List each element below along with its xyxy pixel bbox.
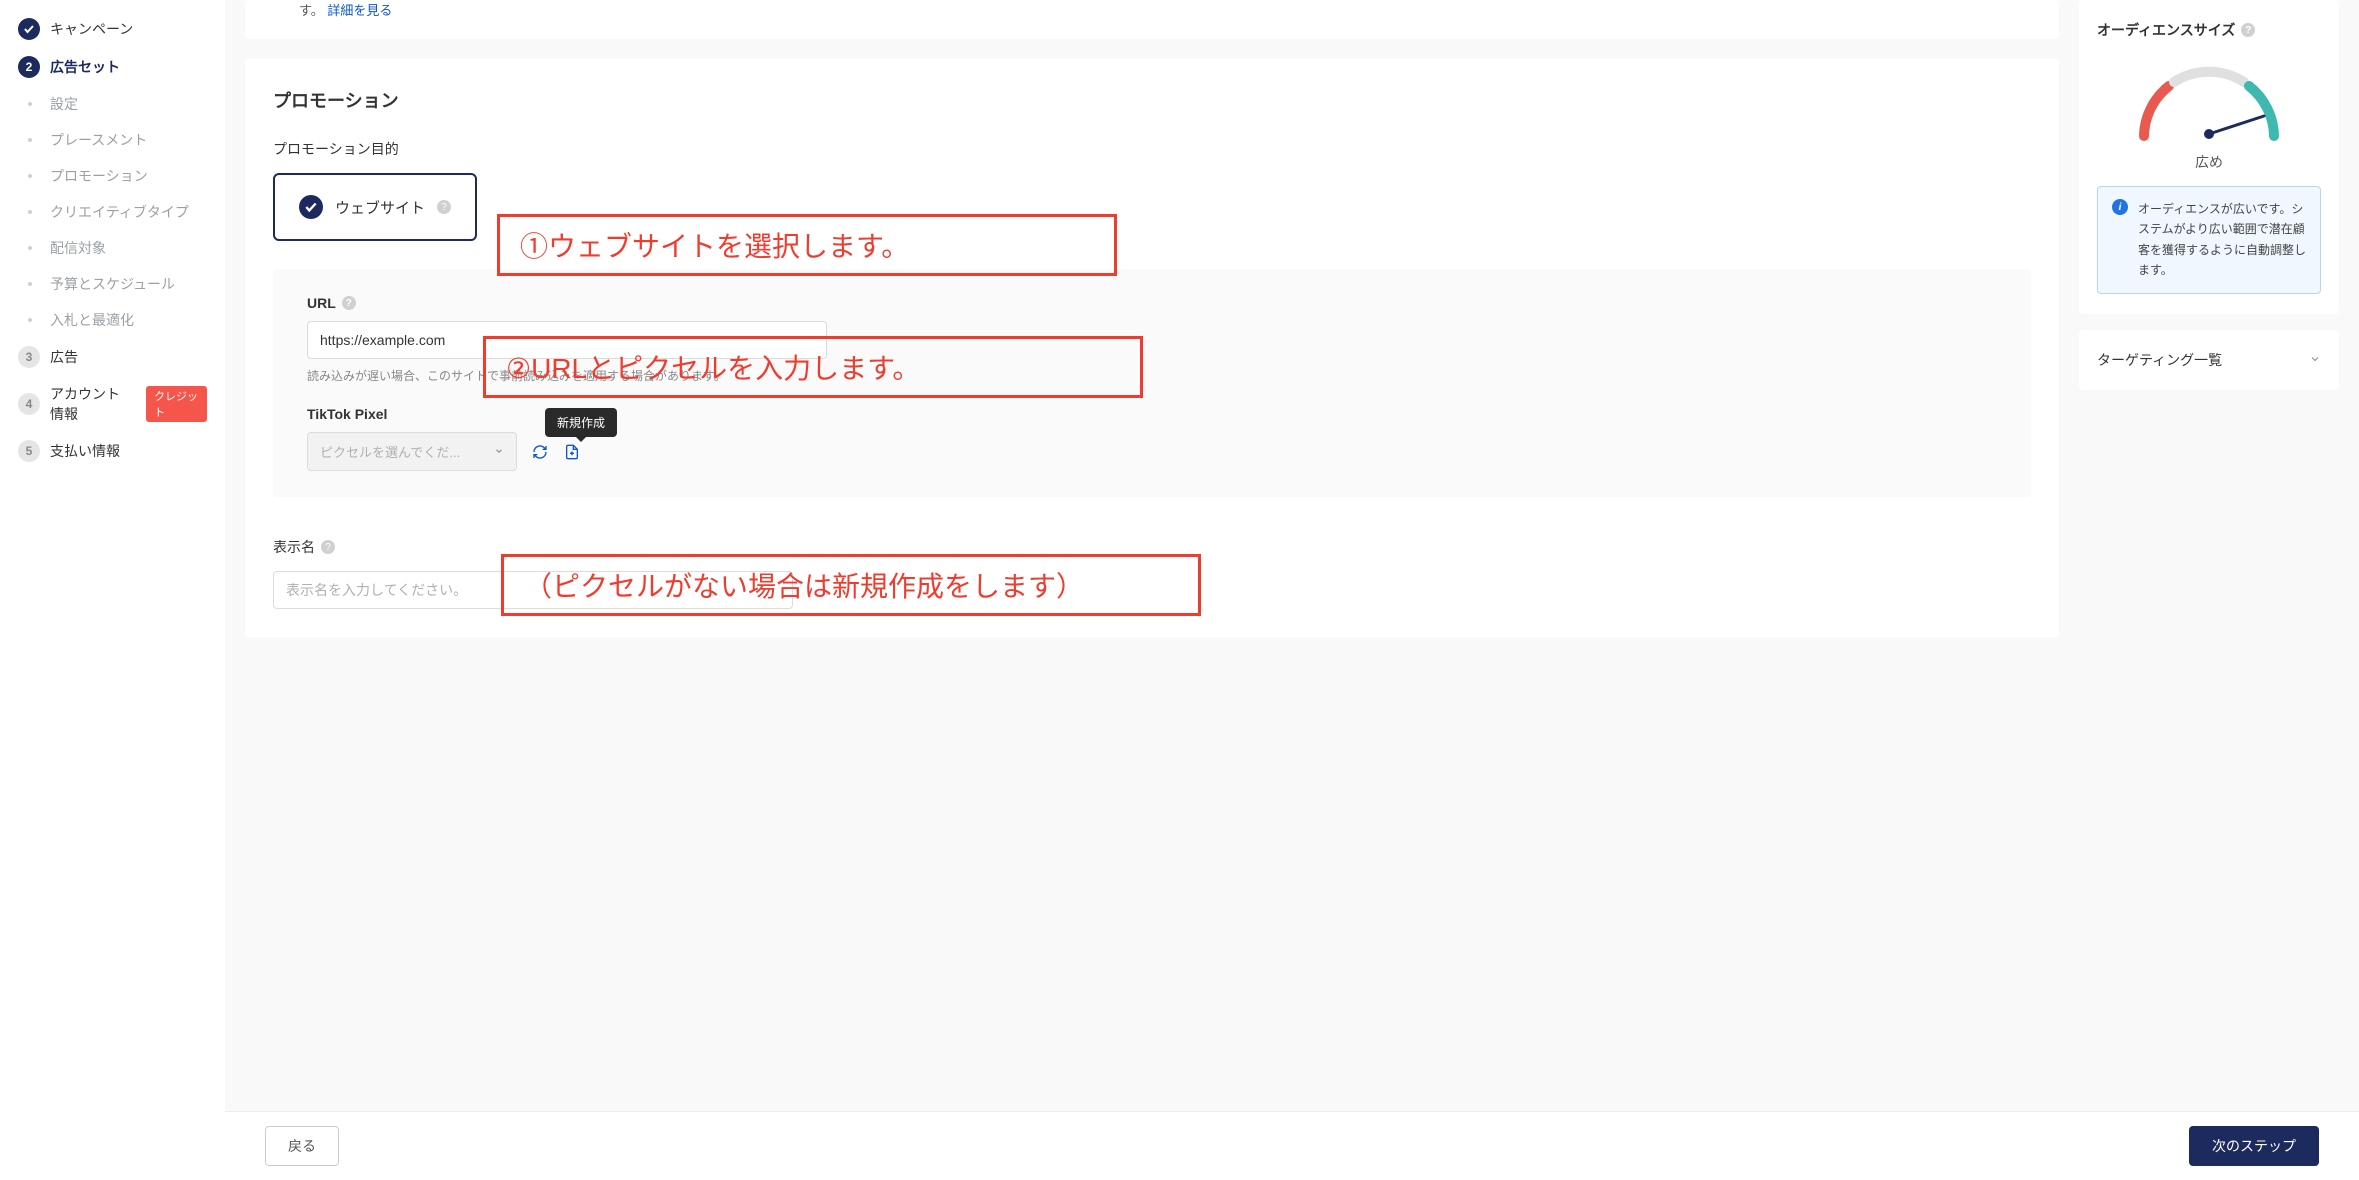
audience-info-box: i オーディエンスが広いです。システムがより広い範囲で潜在顧客を獲得するように自… (2097, 186, 2321, 294)
url-input[interactable] (307, 321, 827, 359)
step-ad[interactable]: 3 広告 (0, 338, 225, 376)
audience-size-card: オーディエンスサイズ ? 広め i オーディエンスが広いです。システムがよ (2079, 0, 2339, 314)
label-text: プロモーション目的 (273, 139, 399, 159)
step-number-icon: 4 (18, 393, 40, 415)
label-text: TikTok Pixel (307, 406, 387, 422)
substep-creative-type[interactable]: クリエイティブタイプ (0, 194, 225, 230)
step-campaign[interactable]: キャンペーン (0, 10, 225, 48)
help-icon[interactable]: ? (321, 540, 335, 554)
promotion-card: プロモーション プロモーション目的 ウェブサイト ? URL (245, 59, 2059, 637)
step-adset[interactable]: 2 広告セット (0, 48, 225, 86)
help-icon[interactable]: ? (437, 200, 451, 214)
tooltip-new: 新規作成 (545, 408, 617, 437)
step-label: アカウント情報 (50, 384, 130, 424)
gauge-label: 広め (2195, 152, 2223, 172)
audience-size-title: オーディエンスサイズ ? (2097, 20, 2321, 40)
website-option[interactable]: ウェブサイト ? (273, 173, 477, 241)
step-account-info[interactable]: 4 アカウント情報 クレジット (0, 376, 225, 432)
chevron-down-icon (494, 444, 504, 459)
substep-bidding[interactable]: 入札と最適化 (0, 302, 225, 338)
step-label: キャンペーン (50, 19, 133, 39)
credit-badge: クレジット (146, 386, 207, 422)
step-label: 広告セット (50, 57, 120, 77)
refresh-icon[interactable] (531, 443, 549, 461)
targeting-card: ターゲティング一覧 (2079, 330, 2339, 390)
url-pixel-subcard: URL ? 読み込みが遅い場合、このサイトで事前読み込みを適用する場合があります… (273, 269, 2031, 497)
step-label: 広告 (50, 347, 78, 367)
label-text: 表示名 (273, 537, 315, 557)
select-placeholder: ピクセルを選んでくだ... (320, 442, 460, 461)
promotion-purpose-label: プロモーション目的 (273, 139, 2031, 159)
step-number-icon: 5 (18, 440, 40, 462)
main: す。 詳細を見る プロモーション プロモーション目的 ウェブサイト ? (225, 0, 2359, 1180)
gauge: 広め (2097, 56, 2321, 172)
targeting-toggle[interactable]: ターゲティング一覧 (2097, 344, 2321, 376)
step-number-icon: 2 (18, 56, 40, 78)
display-name-block: 表示名 ? (273, 537, 2031, 609)
chevron-down-icon (2309, 352, 2321, 368)
substep-placement[interactable]: プレースメント (0, 122, 225, 158)
substep-promotion[interactable]: プロモーション (0, 158, 225, 194)
url-label: URL ? (307, 295, 1997, 311)
sidebar: キャンペーン 2 広告セット 設定 プレースメント プロモーション クリエイティ… (0, 0, 225, 1180)
footer-bar: 戻る 次のステップ (225, 1111, 2359, 1180)
info-icon: i (2112, 199, 2128, 215)
option-label: ウェブサイト (335, 197, 425, 218)
help-icon[interactable]: ? (342, 296, 356, 310)
label-text: URL (307, 295, 336, 311)
top-note: す。 詳細を見る (245, 0, 2059, 37)
info-text: オーディエンスが広いです。システムがより広い範囲で潜在顧客を獲得するように自動調… (2138, 199, 2306, 281)
next-step-button[interactable]: 次のステップ (2189, 1126, 2319, 1166)
display-name-label: 表示名 ? (273, 537, 2031, 557)
display-name-input[interactable] (273, 571, 793, 609)
substep-budget[interactable]: 予算とスケジュール (0, 266, 225, 302)
section-title: プロモーション (273, 87, 2031, 113)
top-card: す。 詳細を見る (245, 0, 2059, 39)
help-icon[interactable]: ? (2241, 23, 2255, 37)
check-icon (299, 195, 323, 219)
url-hint: 読み込みが遅い場合、このサイトで事前読み込みを適用する場合があります。 (307, 367, 1997, 384)
step-number-icon: 3 (18, 346, 40, 368)
pixel-select[interactable]: ピクセルを選んでくだ... (307, 432, 517, 471)
back-button[interactable]: 戻る (265, 1126, 339, 1166)
title-text: オーディエンスサイズ (2097, 20, 2235, 40)
pixel-row: ピクセルを選んでくだ... 新規作成 (307, 432, 1997, 471)
substep-audience[interactable]: 配信対象 (0, 230, 225, 266)
substep-settings[interactable]: 設定 (0, 86, 225, 122)
targeting-title: ターゲティング一覧 (2097, 350, 2222, 370)
top-note-prefix: す。 (299, 3, 324, 18)
gauge-icon (2124, 56, 2294, 146)
content-column: す。 詳細を見る プロモーション プロモーション目的 ウェブサイト ? (245, 0, 2059, 1160)
step-payment[interactable]: 5 支払い情報 (0, 432, 225, 470)
check-icon (18, 18, 40, 40)
details-link[interactable]: 詳細を見る (327, 3, 392, 18)
right-panel: オーディエンスサイズ ? 広め i オーディエンスが広いです。システムがよ (2079, 0, 2339, 1160)
step-label: 支払い情報 (50, 441, 120, 461)
